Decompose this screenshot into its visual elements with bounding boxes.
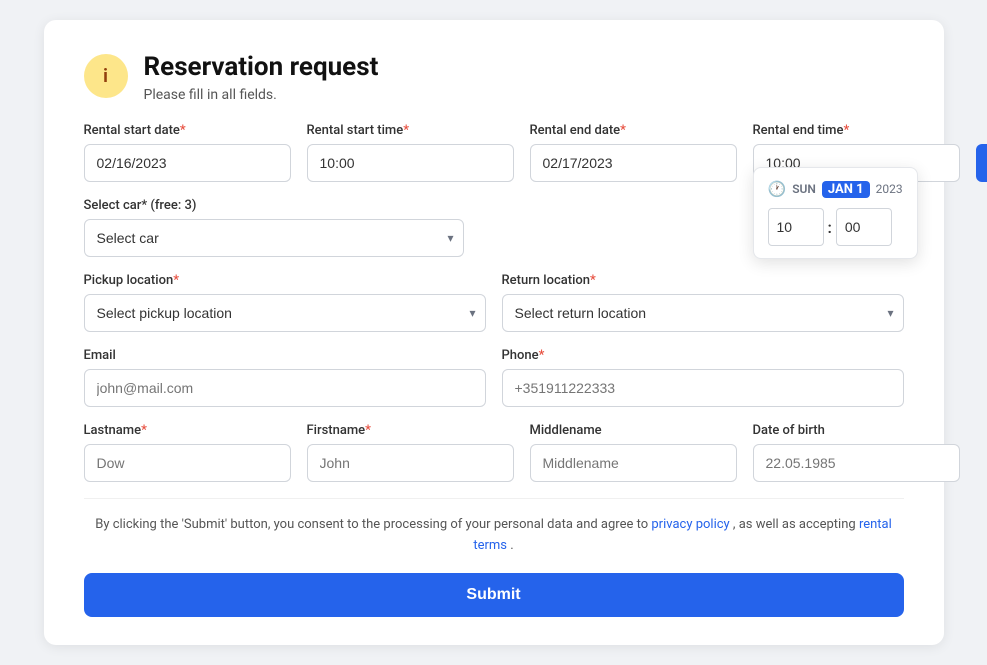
time-picker-date-row: 🕐 SUN JAN 1 2023 [768, 180, 903, 198]
rental-end-time-label: Rental end time* [753, 123, 960, 138]
page-subtitle: Please fill in all fields. [144, 87, 379, 103]
submit-button[interactable]: Submit [84, 573, 904, 617]
return-location-group: Return location* Select return location … [502, 273, 904, 332]
dob-input[interactable] [753, 444, 960, 482]
search-button-wrapper: Search [976, 144, 987, 182]
middlename-label: Middlename [530, 423, 737, 438]
rental-start-date-label: Rental start date* [84, 123, 291, 138]
lastname-label: Lastname* [84, 423, 291, 438]
clock-icon: 🕐 [768, 180, 787, 198]
select-car-group: Select car* (free: 3) Select car ▾ [84, 198, 464, 257]
dates-row: Rental start date* Rental start time* Re… [84, 123, 904, 182]
rental-start-time-label: Rental start time* [307, 123, 514, 138]
pickup-location-wrapper: Select pickup location ▾ [84, 294, 486, 332]
time-colon: : [828, 218, 832, 237]
name-row: Lastname* Firstname* Middlename Date of … [84, 423, 904, 482]
dob-group: Date of birth [753, 423, 960, 482]
rental-start-date-group: Rental start date* [84, 123, 291, 182]
rental-end-time-group: Rental end time* 🕐 SUN JAN 1 2023 10 11 [753, 123, 960, 182]
email-group: Email [84, 348, 486, 407]
minute-select[interactable]: 00 15 30 45 [836, 208, 892, 246]
pickup-location-label: Pickup location* [84, 273, 486, 288]
time-selects: 10 11 12 : 00 15 30 45 [768, 208, 892, 246]
return-location-wrapper: Select return location ▾ [502, 294, 904, 332]
rental-end-date-label: Rental end date* [530, 123, 737, 138]
divider [84, 498, 904, 499]
return-location-label: Return location* [502, 273, 904, 288]
contact-row: Email Phone* [84, 348, 904, 407]
select-car-wrapper: Select car ▾ [84, 219, 464, 257]
reservation-card: i Reservation request Please fill in all… [44, 20, 944, 645]
firstname-group: Firstname* [307, 423, 514, 482]
header: i Reservation request Please fill in all… [84, 52, 904, 103]
time-picker-popup: 🕐 SUN JAN 1 2023 10 11 12 : 00 [753, 167, 918, 259]
hour-select[interactable]: 10 11 12 [768, 208, 824, 246]
middlename-input[interactable] [530, 444, 737, 482]
pickup-location-group: Pickup location* Select pickup location … [84, 273, 486, 332]
time-picker-month-day: JAN 1 [822, 181, 870, 198]
consent-text: By clicking the 'Submit' button, you con… [84, 515, 904, 557]
rental-end-date-group: Rental end date* [530, 123, 737, 182]
rental-end-date-input[interactable] [530, 144, 737, 182]
rental-start-time-input[interactable] [307, 144, 514, 182]
dob-label: Date of birth [753, 423, 960, 438]
rental-start-time-group: Rental start time* [307, 123, 514, 182]
lastname-group: Lastname* [84, 423, 291, 482]
email-input[interactable] [84, 369, 486, 407]
privacy-policy-link[interactable]: privacy policy [651, 517, 729, 532]
pickup-location-select[interactable]: Select pickup location [84, 294, 486, 332]
phone-group: Phone* [502, 348, 904, 407]
firstname-input[interactable] [307, 444, 514, 482]
middlename-group: Middlename [530, 423, 737, 482]
select-car-select[interactable]: Select car [84, 219, 464, 257]
phone-input[interactable] [502, 369, 904, 407]
time-picker-day: SUN [792, 182, 816, 196]
location-row: Pickup location* Select pickup location … [84, 273, 904, 332]
time-picker-year: 2023 [876, 182, 903, 196]
page-title: Reservation request [144, 52, 379, 83]
rental-start-date-input[interactable] [84, 144, 291, 182]
select-car-label: Select car* (free: 3) [84, 198, 464, 213]
search-button[interactable]: Search [976, 144, 987, 182]
email-label: Email [84, 348, 486, 363]
header-text: Reservation request Please fill in all f… [144, 52, 379, 103]
firstname-label: Firstname* [307, 423, 514, 438]
phone-label: Phone* [502, 348, 904, 363]
info-icon: i [84, 54, 128, 98]
return-location-select[interactable]: Select return location [502, 294, 904, 332]
lastname-input[interactable] [84, 444, 291, 482]
